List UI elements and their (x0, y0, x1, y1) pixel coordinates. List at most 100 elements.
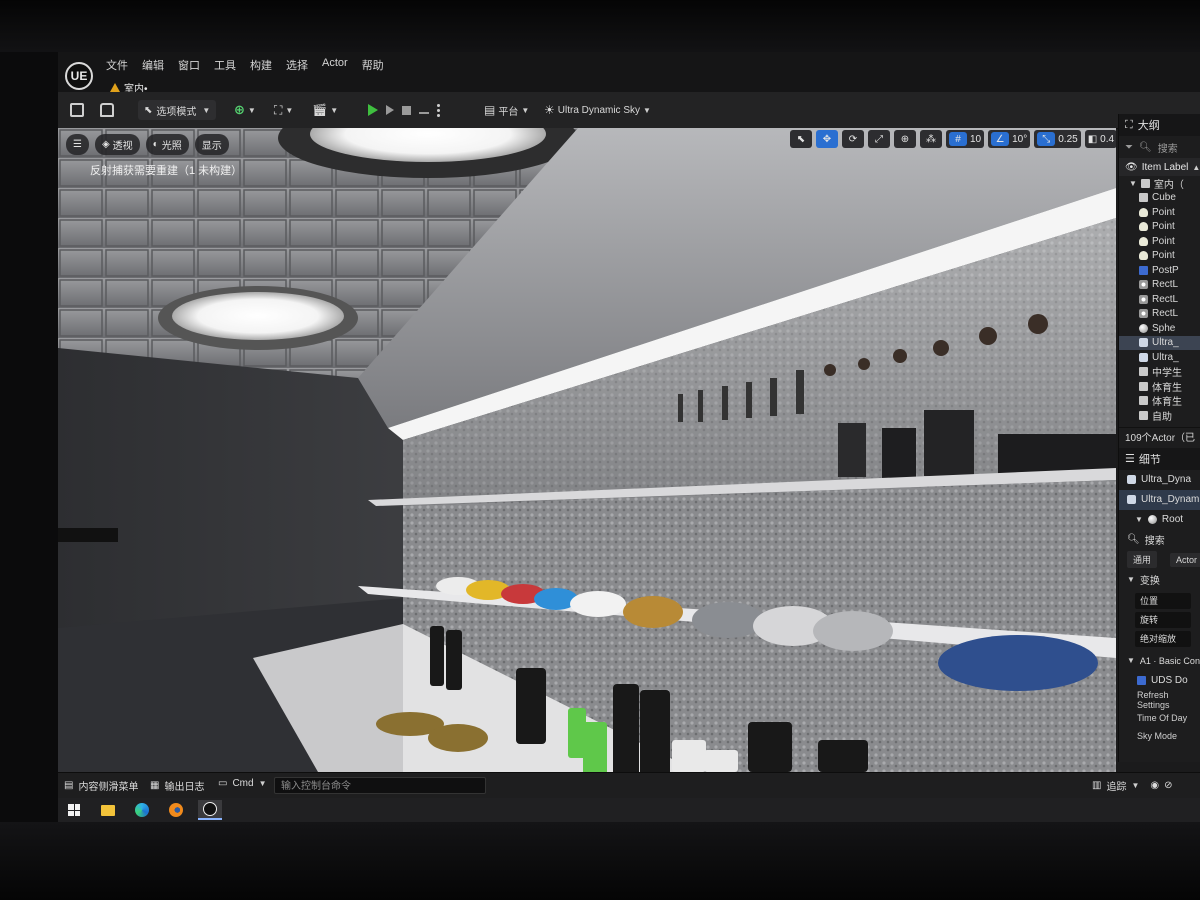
outliner-row[interactable]: RectL (1119, 292, 1200, 307)
time-of-day-label: Time Of Day (1137, 712, 1188, 723)
menu-tools[interactable]: 工具 (214, 57, 236, 73)
angle-icon: ∠ (991, 132, 1010, 146)
world-space-icon[interactable]: ⊕ (894, 130, 916, 148)
content-drawer-button[interactable]: ▤ 内容侧滑菜单 (64, 778, 138, 793)
outliner-row[interactable]: PostP (1119, 263, 1200, 278)
rotation-dropdown[interactable]: 旋转 (1135, 611, 1191, 628)
outliner-row[interactable]: 体育生 (1119, 379, 1200, 394)
details-component-row[interactable]: Ultra_Dynam (1119, 489, 1200, 510)
stop-icon[interactable] (402, 105, 411, 115)
search-icon: 🔍︎ (1139, 141, 1152, 153)
scale-snap-toggle[interactable]: ⤡ 0.25 (1034, 130, 1081, 148)
level-viewport[interactable]: ☰ ◈ 透视 ◐ 光照 显示 反射捕获需要重建（1 未构建） ⬉ ✥ ⟳ ⤢ ⊕… (58, 128, 1116, 772)
more-options-icon[interactable] (437, 103, 440, 117)
details-tab[interactable]: ☰ 细节 (1119, 447, 1200, 470)
menu-edit[interactable]: 编辑 (142, 57, 164, 73)
location-dropdown[interactable]: 位置 (1135, 592, 1191, 609)
location-label: 位置 (1140, 596, 1159, 606)
cmd-dropdown[interactable]: ▭ Cmd ▼ (218, 778, 267, 789)
mode-select-dropdown[interactable]: ⬉ 选项模式 ▼ (138, 100, 217, 120)
terminal-icon: ▭ (218, 778, 228, 789)
outliner-row-label: 体育生 (1152, 382, 1182, 394)
source-control-icon[interactable]: ⊘ (1164, 780, 1172, 791)
eject-icon[interactable] (419, 106, 429, 114)
menu-select[interactable]: 选择 (286, 57, 308, 73)
outliner-tab[interactable]: ⛶ 大纲 (1119, 114, 1200, 136)
menu-actor[interactable]: Actor (322, 57, 348, 73)
filter-actor-tab[interactable]: Actor (1170, 552, 1200, 567)
ultra-dynamic-sky-dropdown[interactable]: ☀ Ultra Dynamic Sky ▼ (544, 100, 651, 120)
outliner-row[interactable]: Point (1119, 249, 1200, 264)
windows-start-button[interactable] (62, 800, 86, 820)
sky-icon (1139, 352, 1148, 362)
output-log-button[interactable]: ▦ 输出日志 (150, 778, 204, 793)
platform-dropdown[interactable]: ▤ 平台 ▼ (484, 100, 529, 120)
outliner-row[interactable]: Point (1119, 205, 1200, 220)
outliner-row[interactable]: RectL (1119, 278, 1200, 293)
outliner-row-label: RectL (1152, 279, 1179, 291)
cinematics-button[interactable]: 🎬︎ ▼ (312, 100, 338, 120)
outliner-row[interactable]: 中学生 (1119, 365, 1200, 379)
surface-snap-icon[interactable]: ⁂ (920, 130, 942, 148)
uds-icon (1137, 676, 1146, 685)
grid-snap-toggle[interactable]: # 10 (946, 130, 985, 148)
blender-button[interactable] (164, 800, 188, 820)
blueprint-button[interactable]: ⛶ ▼ (274, 100, 293, 120)
unreal-editor-taskbar-button[interactable] (198, 800, 222, 820)
outliner-search[interactable]: ⏷ 🔍︎ 搜索 (1119, 136, 1200, 158)
transform-section-header[interactable]: ▼ 变换 (1119, 570, 1200, 590)
menu-help[interactable]: 帮助 (362, 57, 384, 73)
uds-asset-field[interactable]: UDS Do (1119, 671, 1200, 691)
outliner-row[interactable]: RectL (1119, 307, 1200, 322)
save-button[interactable] (70, 100, 84, 120)
outliner-row[interactable]: 自助 (1119, 408, 1200, 423)
record-icon[interactable]: ◉ (1150, 780, 1159, 791)
unreal-logo-icon[interactable]: UE (65, 62, 93, 90)
outliner-row[interactable]: Sphe (1119, 321, 1200, 336)
rotate-tool-icon[interactable]: ⟳ (842, 130, 864, 148)
outliner-row[interactable]: Point (1119, 220, 1200, 235)
outliner-row[interactable]: Point (1119, 234, 1200, 249)
select-tool-icon[interactable]: ⬉ (790, 130, 812, 148)
outliner-level-row[interactable]: ▼ 室内（ (1119, 176, 1200, 191)
viewport-menu-button[interactable]: ☰ (66, 134, 89, 155)
rotate-snap-toggle[interactable]: ∠ 10° (988, 130, 1031, 148)
move-tool-icon[interactable]: ✥ (816, 130, 838, 148)
outliner-row[interactable]: Cube (1119, 191, 1200, 206)
menu-file[interactable]: 文件 (106, 57, 128, 73)
basic-controls-section[interactable]: ▼ A1 · Basic Contro (1119, 651, 1200, 671)
refresh-settings-label[interactable]: Refresh Settings (1119, 690, 1200, 710)
edge-browser-button[interactable] (130, 800, 154, 820)
perspective-button[interactable]: ◈ 透视 (94, 134, 140, 155)
lighting-mode-button[interactable]: ◐ 光照 (145, 134, 189, 155)
root-icon (1147, 515, 1157, 524)
outliner-column-header[interactable]: 👁︎ Item Label ▲ (1119, 158, 1200, 176)
menu-build[interactable]: 构建 (250, 57, 272, 73)
outliner-row[interactable]: 体育生 (1119, 394, 1200, 408)
point-light-icon (1139, 251, 1148, 261)
step-icon[interactable] (386, 105, 394, 115)
trace-button[interactable]: ▥ 追踪 ▼ ◉ ⊘ (1092, 778, 1173, 793)
add-actor-button[interactable]: ⊕ ▼ (234, 100, 256, 120)
outliner-row-selected[interactable]: Ultra_ (1119, 335, 1200, 350)
scale-tool-icon[interactable]: ⤢ (868, 130, 890, 148)
file-explorer-button[interactable] (96, 800, 120, 820)
play-icon[interactable] (368, 104, 378, 116)
details-icon: ☰ (1125, 453, 1135, 465)
root-component-row[interactable]: ▼ Root (1119, 510, 1200, 530)
sky-icon (1127, 495, 1136, 504)
outliner-row[interactable]: Ultra_ (1119, 350, 1200, 365)
outliner-title: 大纲 (1137, 120, 1160, 132)
camera-speed-button[interactable]: ◧ 0.4 (1084, 130, 1116, 148)
browse-button[interactable] (100, 100, 114, 120)
filter-general-tab[interactable]: 通用 (1127, 551, 1158, 568)
console-input[interactable]: 输入控制台命令 (274, 777, 486, 794)
status-bar: ▤ 内容侧滑菜单 ▦ 输出日志 ▭ Cmd ▼ 输入控制台命令 ▥ 追踪 ▼ ◉… (58, 772, 1200, 799)
details-search[interactable]: 🔍︎ 搜索 (1119, 530, 1200, 550)
search-icon: 🔍︎ (1127, 534, 1140, 545)
menu-window[interactable]: 窗口 (178, 57, 200, 73)
details-actor-name[interactable]: Ultra_Dyna (1119, 470, 1200, 490)
show-button[interactable]: 显示 (194, 134, 229, 155)
scale-dropdown[interactable]: 绝对缩放 (1135, 630, 1191, 647)
chevron-down-icon: ▼ (247, 105, 256, 115)
